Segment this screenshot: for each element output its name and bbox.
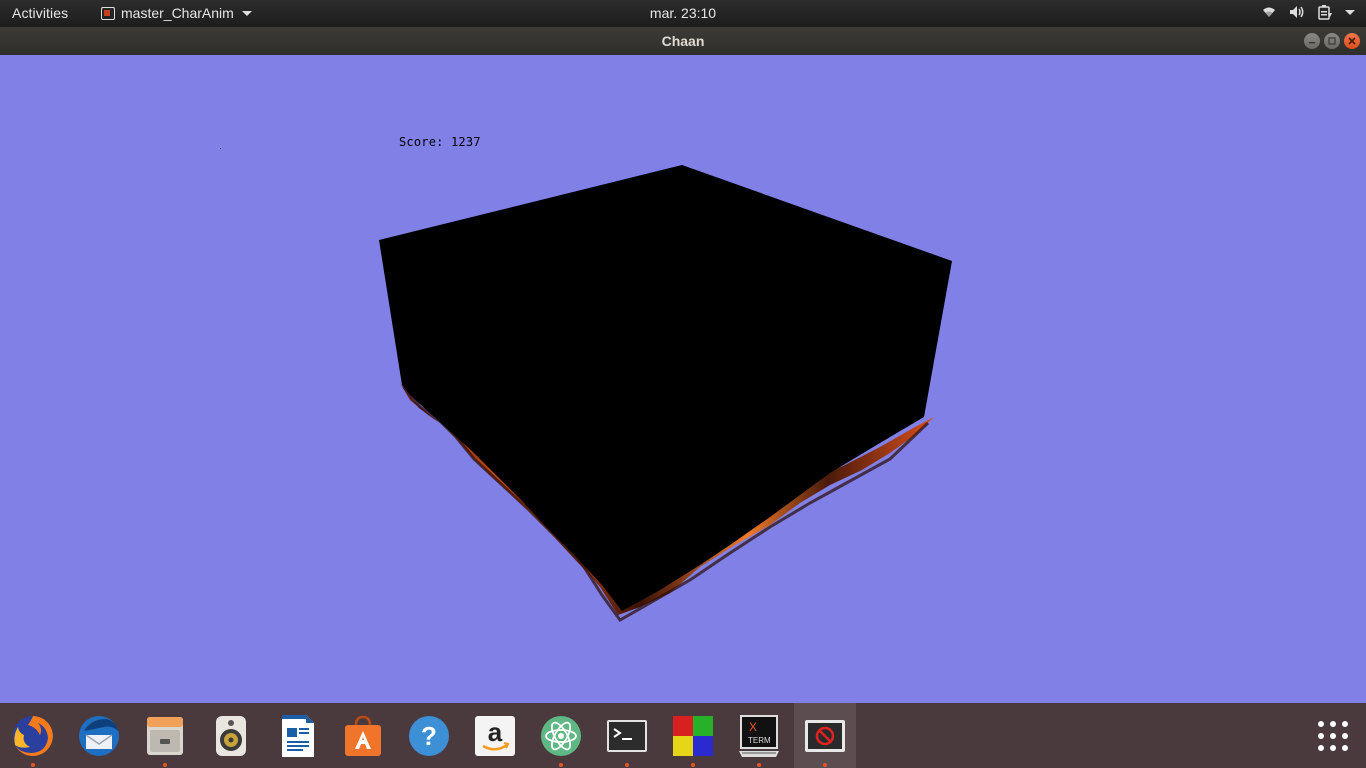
dock-item-help[interactable]: ?	[396, 703, 462, 768]
running-indicator	[31, 763, 35, 767]
system-tray[interactable]	[1261, 4, 1356, 20]
running-indicator	[691, 763, 695, 767]
maximize-icon	[1328, 37, 1336, 45]
close-icon	[1348, 37, 1356, 45]
tetris-blocks-icon	[673, 715, 713, 756]
game-viewport[interactable]: Score: 1237	[0, 55, 1366, 703]
chevron-down-icon	[1345, 10, 1355, 15]
close-button[interactable]	[1344, 33, 1360, 49]
speaker-icon	[216, 715, 246, 756]
dock-item-software[interactable]	[330, 703, 396, 768]
shopping-bag-icon	[345, 715, 381, 756]
battery-icon	[1318, 5, 1332, 20]
running-indicator	[163, 763, 167, 767]
minimize-icon	[1309, 42, 1315, 44]
app-grid-icon	[1318, 721, 1348, 751]
top-panel: Activities master_CharAnim mar. 23:10	[0, 0, 1366, 27]
dock-item-tetris[interactable]	[660, 703, 726, 768]
running-indicator	[559, 763, 563, 767]
dock-item-terminal[interactable]	[594, 703, 660, 768]
document-icon	[282, 714, 314, 757]
terminal-icon	[607, 719, 647, 752]
game-scene	[379, 165, 952, 622]
window-title-bar[interactable]: Chaan	[0, 27, 1366, 55]
svg-text:a: a	[488, 717, 503, 747]
xterm-icon: X TERM	[739, 714, 779, 757]
dock-item-thunderbird[interactable]	[66, 703, 132, 768]
dock-item-writer[interactable]	[264, 703, 330, 768]
dock-item-firefox[interactable]	[0, 703, 66, 768]
atom-icon	[541, 715, 581, 756]
dock-item-chaan[interactable]	[794, 703, 856, 768]
svg-text:?: ?	[421, 721, 437, 751]
dock: ? a X TERM	[0, 703, 1366, 768]
dock-item-atom[interactable]	[528, 703, 594, 768]
running-indicator	[625, 763, 629, 767]
volume-icon	[1290, 6, 1304, 18]
dock-item-files[interactable]	[132, 703, 198, 768]
wifi-icon	[1263, 7, 1275, 17]
running-indicator	[823, 763, 827, 767]
clock[interactable]: mar. 23:10	[0, 5, 1366, 21]
help-icon: ?	[409, 715, 449, 756]
no-entry-icon	[805, 719, 845, 752]
window-controls	[1304, 33, 1360, 49]
xterm-term-label: TERM	[748, 736, 771, 745]
maximize-button[interactable]	[1324, 33, 1340, 49]
dock-item-xterm[interactable]: X TERM	[726, 703, 792, 768]
dock-item-amazon[interactable]: a	[462, 703, 528, 768]
thunderbird-icon	[79, 715, 119, 756]
window-title: Chaan	[661, 33, 705, 49]
minimize-button[interactable]	[1304, 33, 1320, 49]
dock-item-rhythmbox[interactable]	[198, 703, 264, 768]
file-cabinet-icon	[147, 716, 183, 755]
firefox-icon	[13, 715, 53, 756]
running-indicator	[757, 763, 761, 767]
xterm-x-label: X	[749, 720, 757, 734]
clock-label: mar. 23:10	[649, 5, 717, 21]
black-block	[379, 165, 952, 611]
show-applications-button[interactable]	[1316, 719, 1350, 753]
amazon-icon: a	[475, 715, 515, 756]
